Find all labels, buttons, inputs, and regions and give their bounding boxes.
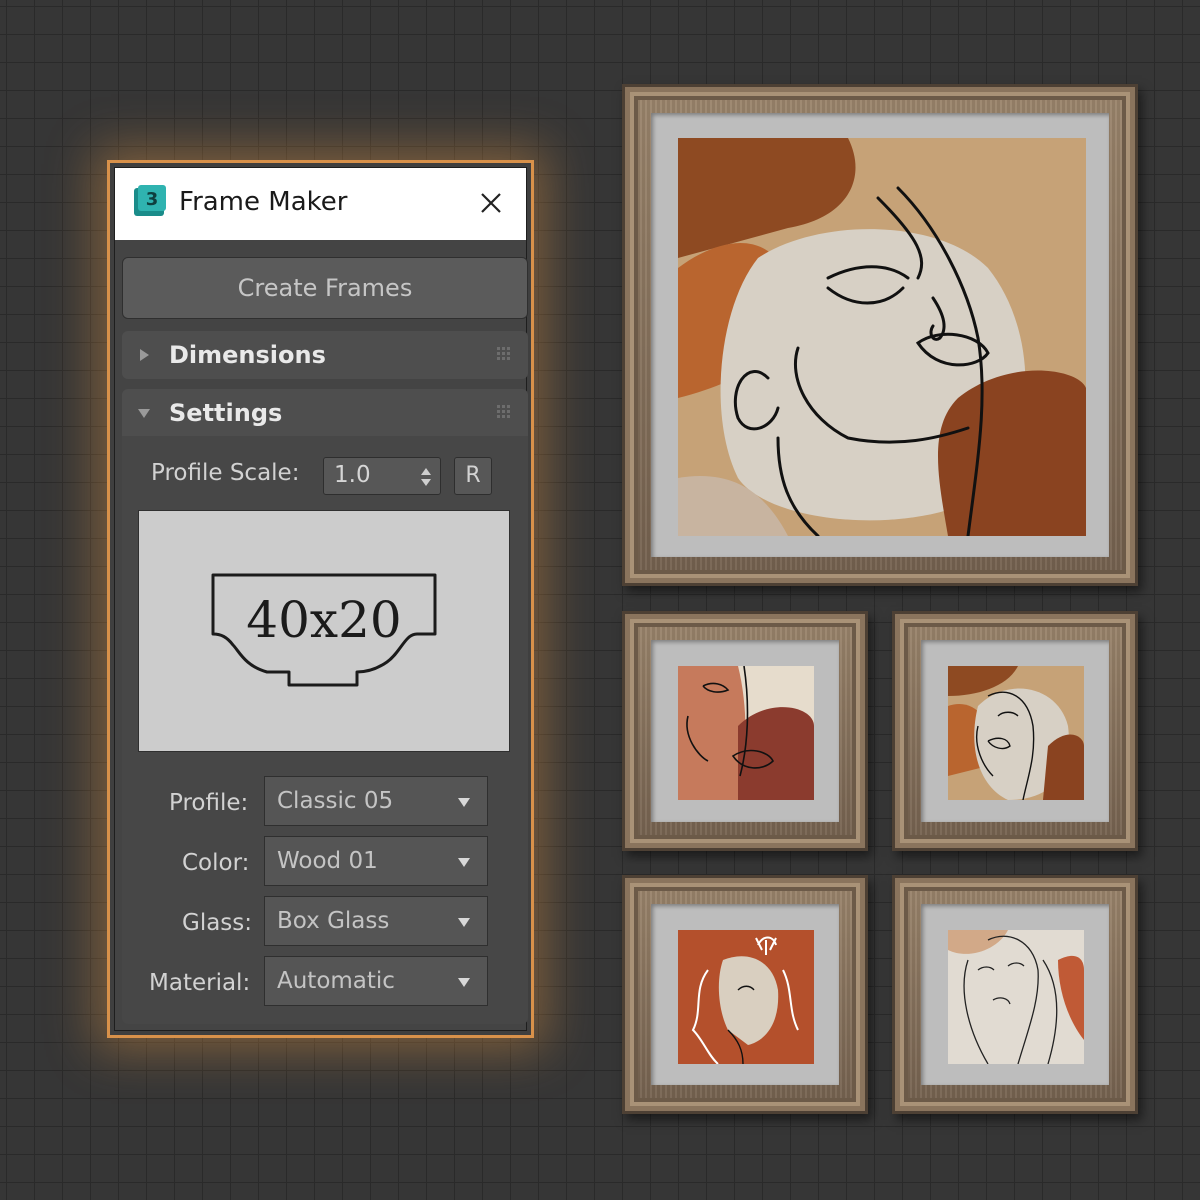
profile-label: Profile: <box>169 790 249 816</box>
face-artwork-1 <box>678 666 814 800</box>
face-artwork-4 <box>948 930 1084 1064</box>
small-picture-frame-3 <box>622 875 868 1114</box>
profile-scale-spinner[interactable]: 1.0 <box>323 457 441 495</box>
chevron-down-icon <box>458 978 470 987</box>
grip-dots-icon <box>497 347 510 360</box>
material-label: Material: <box>149 970 251 996</box>
collapse-arrow-icon <box>138 409 150 418</box>
window-title: Frame Maker <box>179 187 348 217</box>
frame-maker-panel: 3 Frame Maker Create Frames Dimensions S… <box>107 160 534 1038</box>
small-picture-frame-1 <box>622 611 868 851</box>
panel-inner: 3 Frame Maker Create Frames Dimensions S… <box>114 167 528 1031</box>
glass-dropdown[interactable]: Box Glass <box>264 896 488 946</box>
create-frames-button[interactable]: Create Frames <box>122 257 528 319</box>
app-icon-glyph: 3 <box>146 189 159 210</box>
reset-scale-button[interactable]: R <box>454 457 492 495</box>
small-picture-frame-4 <box>892 875 1138 1114</box>
3dsmax-icon: 3 <box>134 185 166 216</box>
large-picture-frame <box>622 84 1138 586</box>
material-value: Automatic <box>277 968 395 994</box>
dimensions-title: Dimensions <box>169 341 326 369</box>
abstract-face-artwork <box>678 138 1086 536</box>
spinner-arrows-icon[interactable] <box>419 464 433 490</box>
profile-value: Classic 05 <box>277 788 394 814</box>
chevron-down-icon <box>458 798 470 807</box>
small-picture-frame-2 <box>892 611 1138 851</box>
profile-preview: 40x20 <box>138 510 510 752</box>
profile-dropdown[interactable]: Classic 05 <box>264 776 488 826</box>
glass-label: Glass: <box>182 910 253 936</box>
color-value: Wood 01 <box>277 848 378 874</box>
material-dropdown[interactable]: Automatic <box>264 956 488 1006</box>
dimensions-rollout-header[interactable]: Dimensions <box>122 331 528 379</box>
settings-title: Settings <box>169 399 283 427</box>
preview-label: 40x20 <box>246 591 402 649</box>
chevron-down-icon <box>458 858 470 867</box>
expand-arrow-icon <box>140 349 149 361</box>
title-bar[interactable]: 3 Frame Maker <box>115 168 526 240</box>
grip-dots-icon <box>497 405 510 418</box>
face-artwork-3 <box>678 930 814 1064</box>
glass-value: Box Glass <box>277 908 390 934</box>
settings-rollout-header[interactable]: Settings <box>122 389 528 437</box>
close-icon[interactable] <box>474 186 508 220</box>
profile-scale-label: Profile Scale: <box>151 460 300 486</box>
face-artwork-2 <box>948 666 1084 800</box>
profile-scale-value[interactable]: 1.0 <box>334 462 371 488</box>
color-dropdown[interactable]: Wood 01 <box>264 836 488 886</box>
chevron-down-icon <box>458 918 470 927</box>
color-label: Color: <box>182 850 250 876</box>
